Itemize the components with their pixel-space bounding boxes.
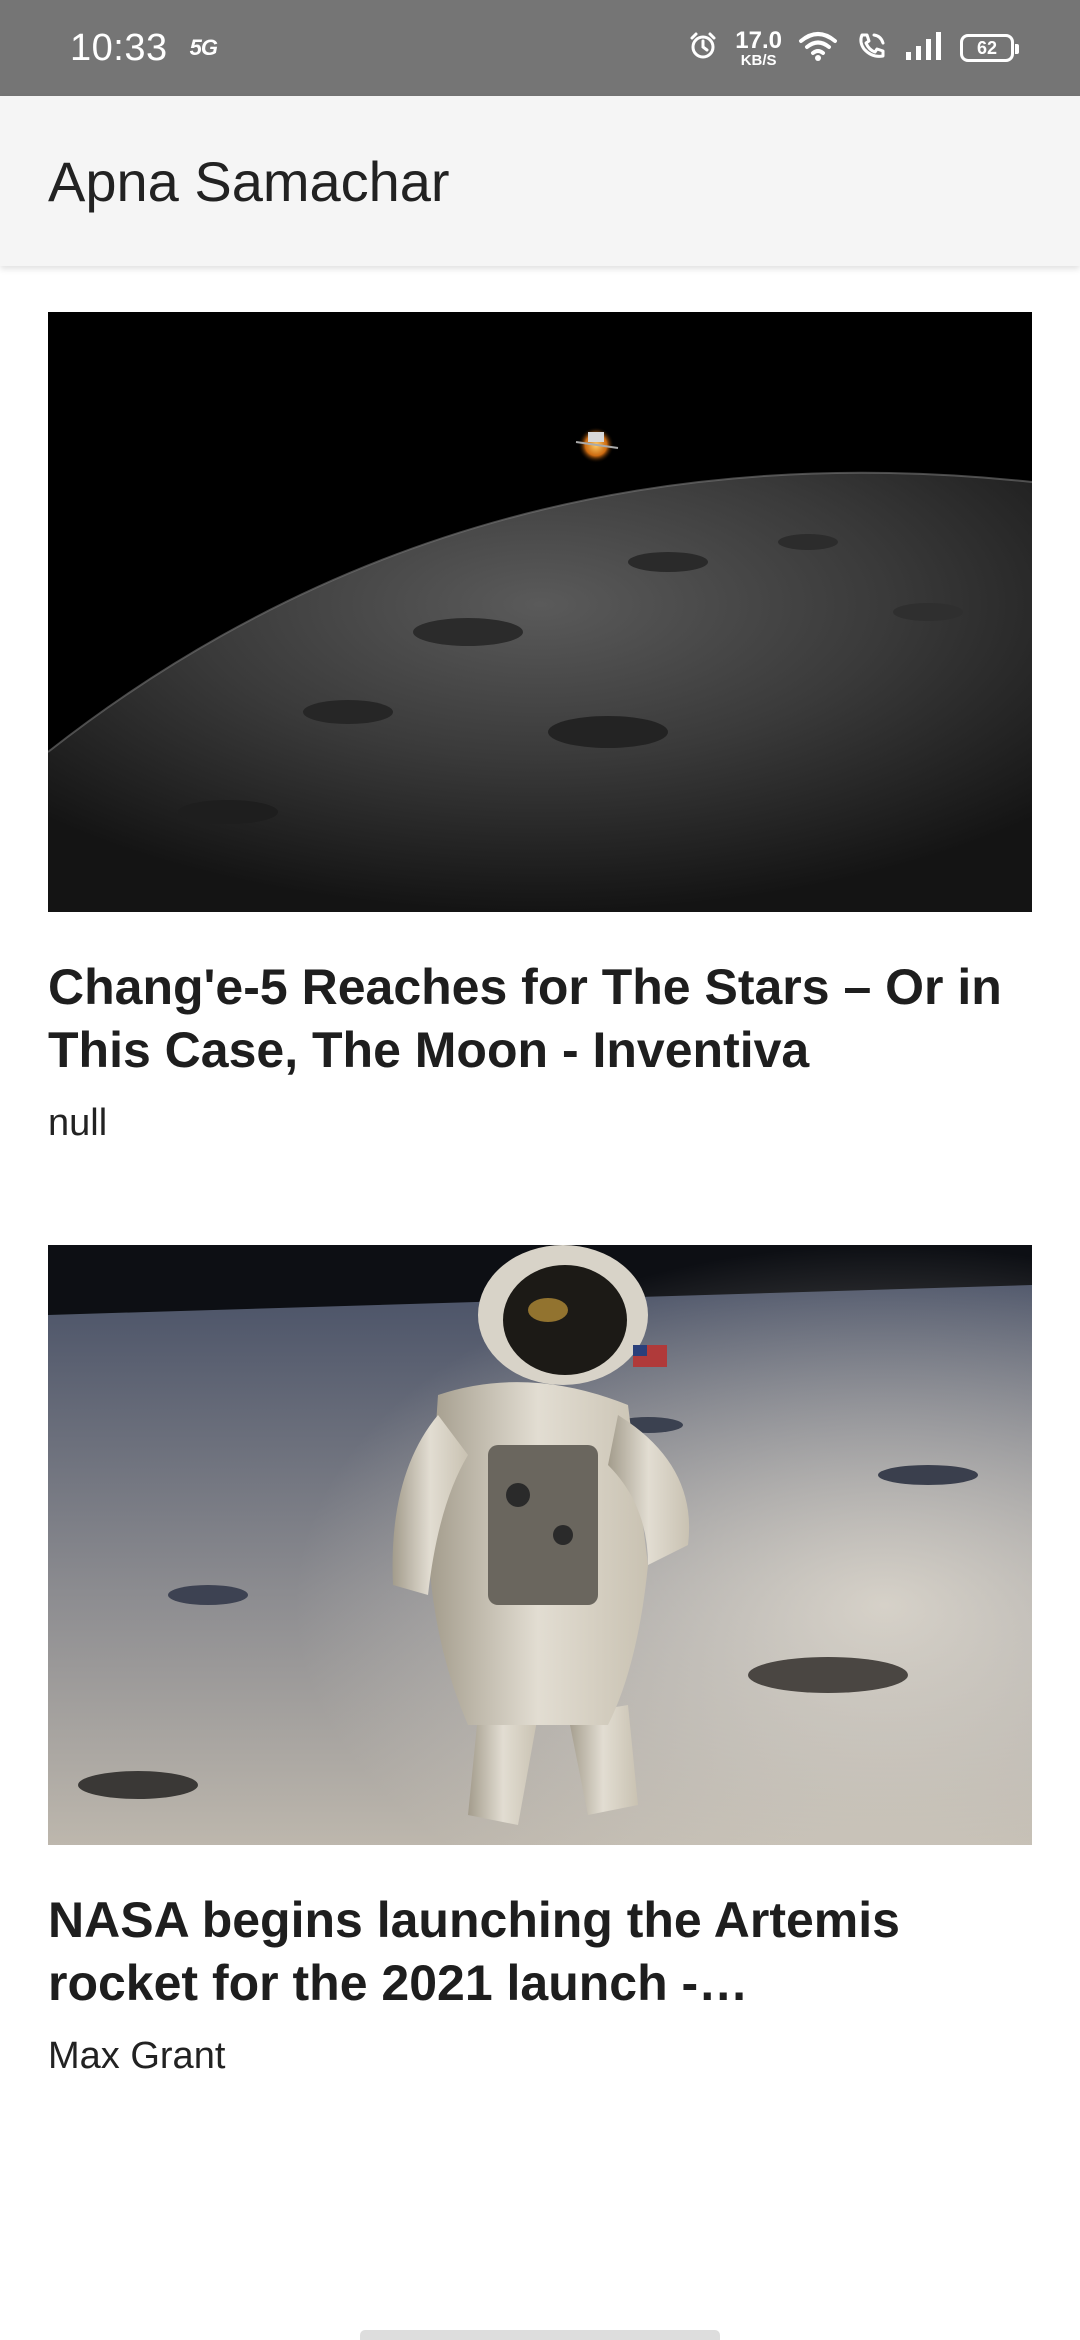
status-bar: 10:33 5G 17.0 KB/S 62 xyxy=(0,0,1080,96)
home-indicator[interactable] xyxy=(360,2330,720,2340)
app-title: Apna Samachar xyxy=(48,149,450,213)
moon-orbit-image[interactable] xyxy=(48,312,1032,912)
app-bar: Apna Samachar xyxy=(0,96,1080,266)
article-title[interactable]: NASA begins launching the Artemis rocket… xyxy=(48,1889,1032,2015)
net-speed-value: 17.0 xyxy=(735,26,782,54)
status-time: 10:33 xyxy=(70,26,168,69)
alarm-icon xyxy=(687,30,719,67)
news-feed[interactable]: Chang'e-5 Reaches for The Stars – Or in … xyxy=(48,312,1032,2178)
net-speed: 17.0 KB/S xyxy=(735,26,782,69)
article-author: Max Grant xyxy=(48,2035,226,2077)
article-author: null xyxy=(48,1102,108,1144)
status-left: 10:33 5G xyxy=(70,26,218,70)
news-card[interactable]: NASA begins launching the Artemis rocket… xyxy=(48,1245,1032,2078)
net-speed-unit: KB/S xyxy=(740,51,777,69)
astronaut-moon-image[interactable] xyxy=(48,1245,1032,1845)
status-right: 17.0 KB/S 62 xyxy=(687,26,1019,69)
signal-icon xyxy=(904,30,944,67)
battery-icon: 62 xyxy=(960,34,1019,62)
network-badge: 5G xyxy=(189,35,218,60)
wifi-icon xyxy=(798,30,838,67)
news-card[interactable]: Chang'e-5 Reaches for The Stars – Or in … xyxy=(48,312,1032,1145)
wifi-calling-icon xyxy=(854,30,888,67)
article-title[interactable]: Chang'e-5 Reaches for The Stars – Or in … xyxy=(48,956,1032,1082)
